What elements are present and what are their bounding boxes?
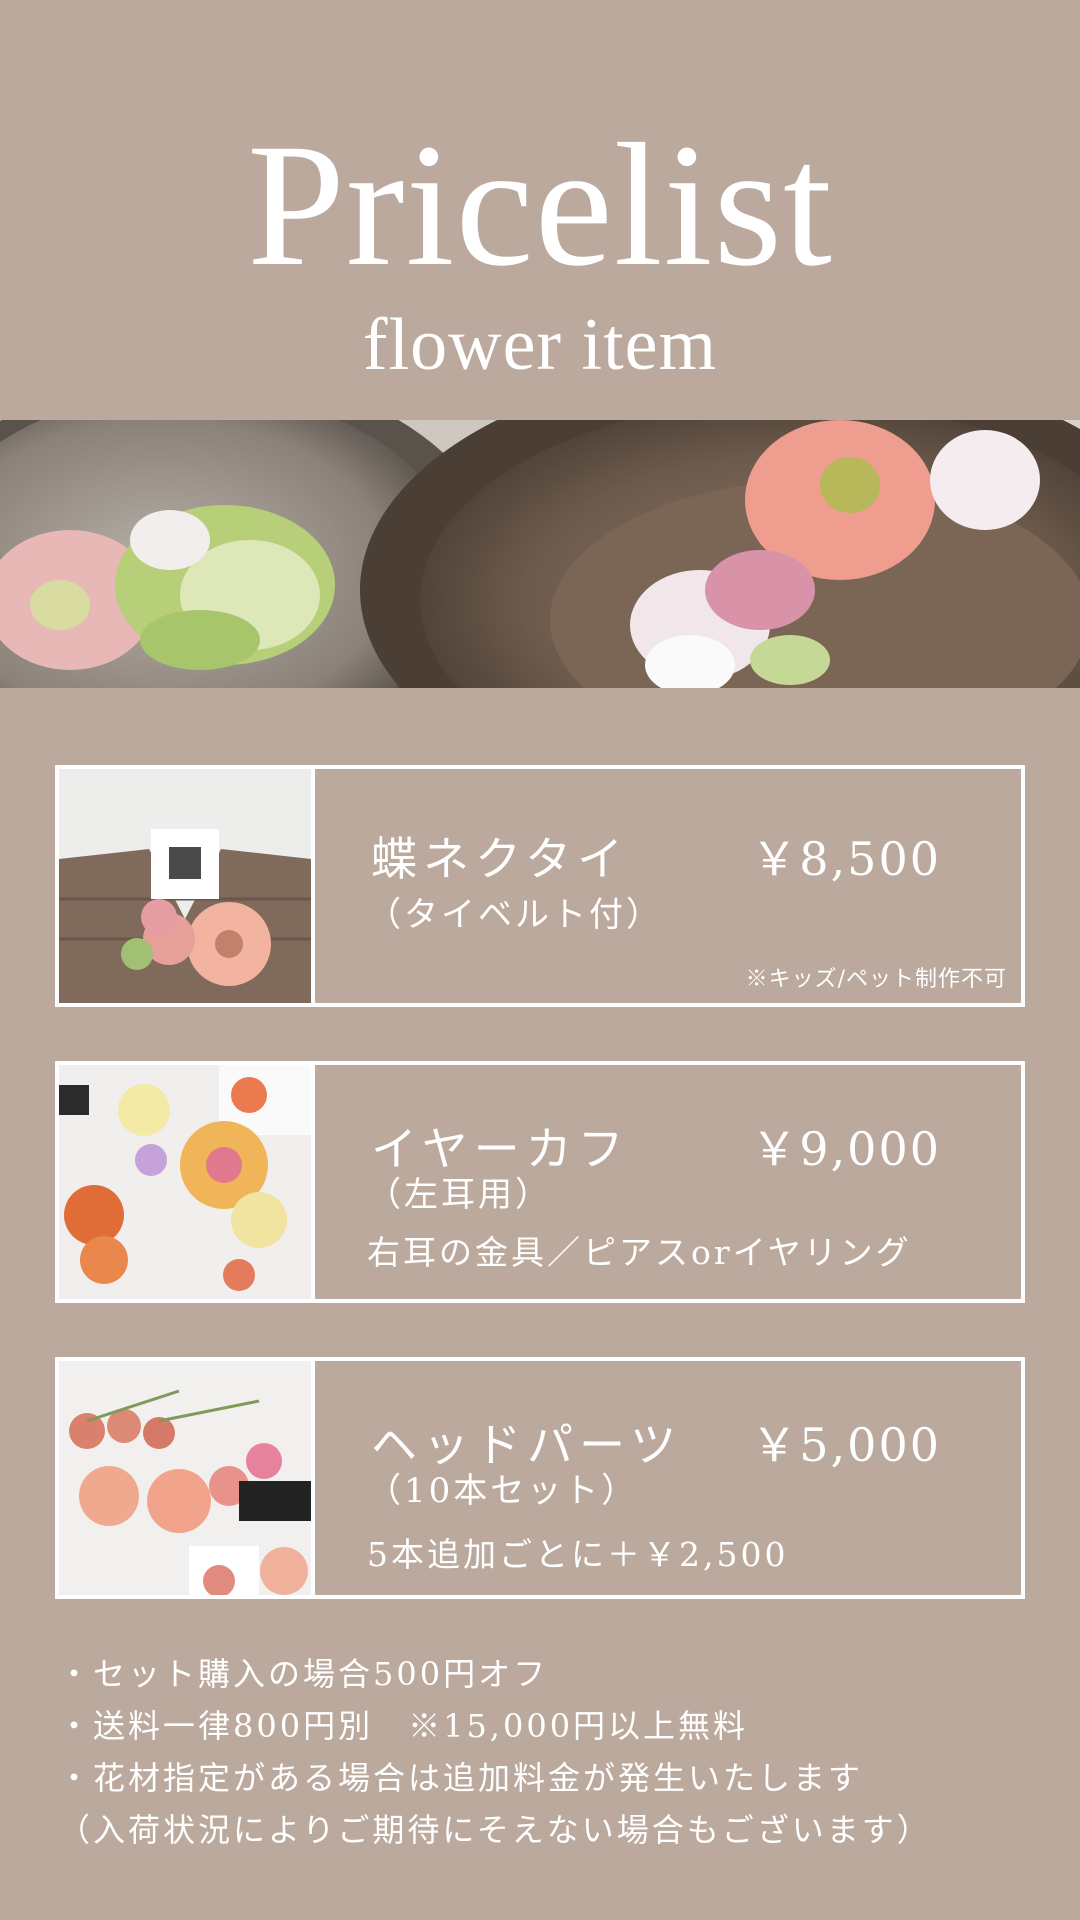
item-price: ￥5,000 bbox=[751, 1418, 941, 1472]
item-name: イヤーカフ bbox=[371, 1122, 630, 1176]
headparts-photo bbox=[59, 1361, 315, 1595]
item-card-bowtie: 蝶ネクタイ ￥8,500 （タイベルト付） ※キッズ/ペット制作不可 bbox=[55, 765, 1025, 1007]
item-price: ￥8,500 bbox=[751, 832, 941, 886]
item-name: 蝶ネクタイ bbox=[371, 832, 630, 886]
item-note: 右耳の金具／ピアスorイヤリング bbox=[367, 1233, 912, 1272]
notes-list: ・セット購入の場合500円オフ ・送料一律800円別 ※15,000円以上無料 … bbox=[58, 1648, 1048, 1856]
item-note: ※キッズ/ペット制作不可 bbox=[745, 967, 1007, 992]
item-note: 5本追加ごとに＋￥2,500 bbox=[367, 1535, 789, 1574]
item-name: ヘッドパーツ bbox=[371, 1418, 683, 1472]
item-subtitle: （10本セット） bbox=[367, 1471, 639, 1511]
item-subtitle: （タイベルト付） bbox=[367, 895, 663, 935]
bowtie-photo bbox=[59, 769, 315, 1003]
item-subtitle: （左耳用） bbox=[367, 1175, 552, 1215]
note-line: ・セット購入の場合500円オフ bbox=[58, 1655, 549, 1693]
note-line: （入荷状況によりご期待にそえない場合もございます） bbox=[58, 1811, 932, 1849]
note-line: ・花材指定がある場合は追加料金が発生いたします bbox=[58, 1759, 864, 1797]
page-subtitle: flower item bbox=[362, 304, 718, 386]
item-card-headparts: ヘッドパーツ ￥5,000 （10本セット） 5本追加ごとに＋￥2,500 bbox=[55, 1357, 1025, 1599]
item-price: ￥9,000 bbox=[751, 1122, 941, 1176]
earcuff-photo bbox=[59, 1065, 315, 1299]
note-line: ・送料一律800円別 ※15,000円以上無料 bbox=[58, 1707, 749, 1745]
banner-photo bbox=[0, 420, 1080, 688]
item-card-earcuff: イヤーカフ ￥9,000 （左耳用） 右耳の金具／ピアスorイヤリング bbox=[55, 1061, 1025, 1303]
page-title: Pricelist bbox=[247, 108, 833, 303]
